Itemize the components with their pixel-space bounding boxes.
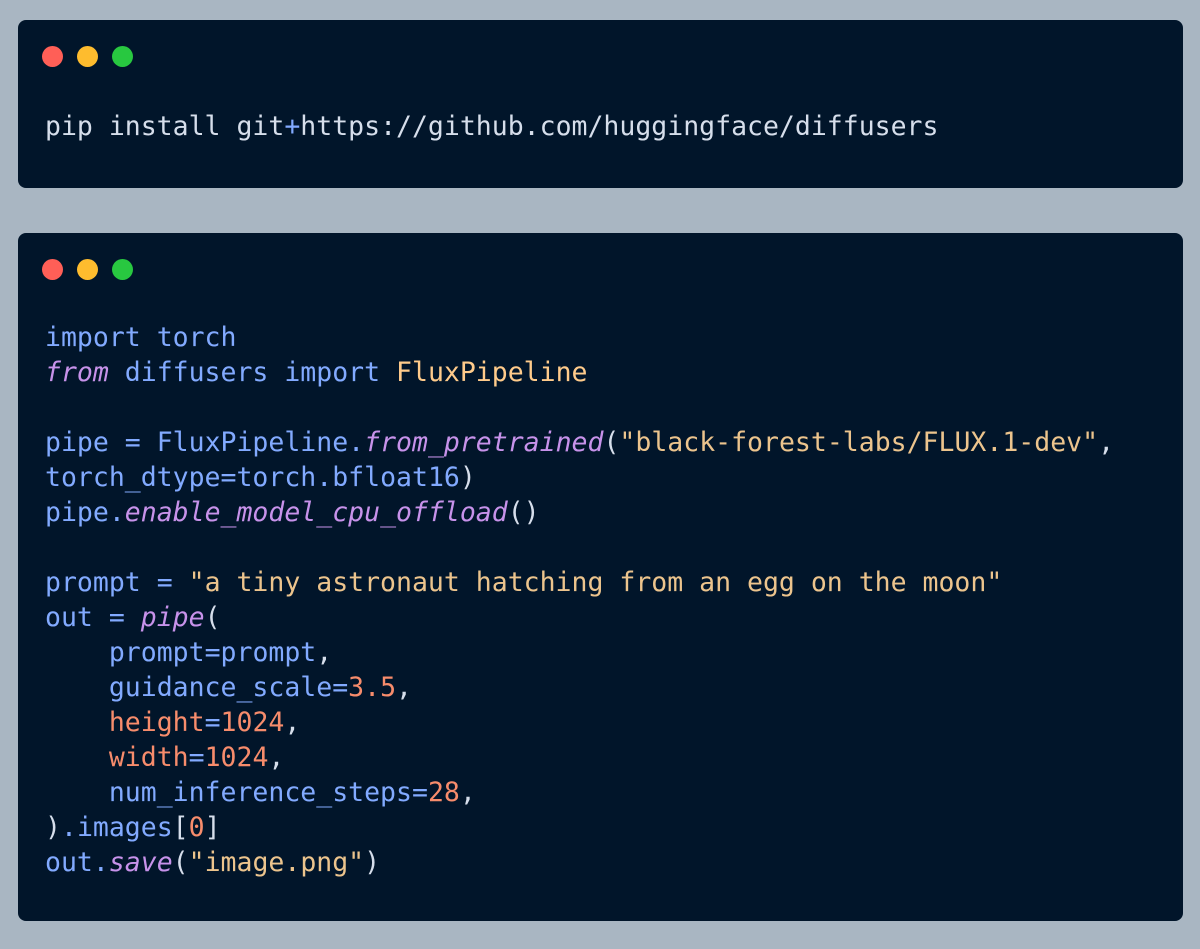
code-token: . [60,812,77,843]
code-token: ( [204,602,221,633]
code-token: from [45,357,109,388]
code-line: pipe = FluxPipeline.from_pretrained("bla… [45,425,1114,460]
code-token: https://github.com/huggingface/diffusers [300,111,939,142]
code-token: = [220,462,237,493]
minimize-dot-icon[interactable] [77,259,98,280]
code-token: . [92,847,109,878]
code-token: num_inference_steps [108,777,412,808]
code-token: import [284,357,381,388]
code-line: width=1024, [45,740,1114,775]
code-token: = [204,707,221,738]
code-token: + [284,111,301,142]
code-token: import [45,322,141,353]
maximize-dot-icon[interactable] [112,259,133,280]
code-token: "image.png" [188,847,365,878]
code-token: , [459,777,476,808]
code-token: from_pretrained [364,427,604,458]
minimize-dot-icon[interactable] [77,46,98,67]
code-token: prompt [108,637,205,668]
code-token: 28 [427,777,460,808]
code-token: , [284,707,301,738]
code-token: enable_model_cpu_offload [124,497,508,528]
code-token: torch [140,322,237,353]
python-code-block: import torch from diffusers import FluxPi… [45,320,1114,880]
code-line: prompt=prompt, [45,635,1114,670]
code-token: guidance_scale [108,672,333,703]
code-token: () [507,497,540,528]
code-token: = [108,427,157,458]
code-token: = [188,742,205,773]
code-token: pipe [140,602,205,633]
code-token: 3.5 [348,672,397,703]
python-code-window: import torch from diffusers import FluxPi… [18,233,1183,921]
code-line: out.save("image.png") [45,845,1114,880]
code-token: , [316,637,333,668]
code-line: num_inference_steps=28, [45,775,1114,810]
code-token: ( [603,427,620,458]
code-line: from diffusers import FluxPipeline [45,355,1114,390]
code-line: import torch [45,320,1114,355]
code-line: pipe.enable_model_cpu_offload() [45,495,1114,530]
code-token: ( [172,847,189,878]
close-dot-icon[interactable] [42,259,63,280]
code-token: , [268,742,285,773]
code-token: . [108,497,125,528]
code-line: prompt = "a tiny astronaut hatching from… [45,565,1114,600]
code-token: . [348,427,365,458]
code-token: 1024 [204,742,269,773]
code-token: FluxPipeline [396,357,588,388]
code-token: save [108,847,173,878]
code-token: FluxPipeline [156,427,349,458]
code-token: = [204,637,221,668]
code-line: out = pipe( [45,600,1114,635]
code-token: 1024 [220,707,285,738]
code-token: height [108,707,205,738]
code-token: diffusers [108,357,285,388]
code-token: prompt [45,567,141,598]
code-line: height=1024, [45,705,1114,740]
code-token: ) [45,812,61,843]
code-line: pip install git+https://github.com/huggi… [45,109,938,144]
install-code-window: pip install git+https://github.com/huggi… [18,20,1183,188]
code-token: ) [459,462,476,493]
code-token: . [316,462,333,493]
code-token: "black-forest-labs/FLUX.1-dev" [619,427,1099,458]
code-token: pip install git [45,111,285,142]
code-token: bfloat16 [332,462,460,493]
code-token: "a tiny astronaut hatching from an egg o… [188,567,1003,598]
code-token: images [76,812,173,843]
code-token: torch [236,462,317,493]
code-token: out [45,602,93,633]
code-token: torch_dtype [45,462,221,493]
code-token: prompt [220,637,317,668]
maximize-dot-icon[interactable] [112,46,133,67]
install-command-code: pip install git+https://github.com/huggi… [45,109,938,144]
code-line: torch_dtype=torch.bfloat16) [45,460,1114,495]
code-token: , [1098,427,1115,458]
code-line: ).images[0] [45,810,1114,845]
code-token: = [92,602,141,633]
code-token: [ [172,812,189,843]
code-token: ) [364,847,381,878]
code-line: guidance_scale=3.5, [45,670,1114,705]
code-token: = [332,672,349,703]
code-token: pipe [45,497,109,528]
code-token: 0 [188,812,205,843]
close-dot-icon[interactable] [42,46,63,67]
code-token: width [108,742,189,773]
code-token: ] [204,812,221,843]
code-token: out [45,847,93,878]
code-token: = [411,777,428,808]
code-token: = [140,567,189,598]
code-token: , [396,672,413,703]
code-token: pipe [45,427,109,458]
